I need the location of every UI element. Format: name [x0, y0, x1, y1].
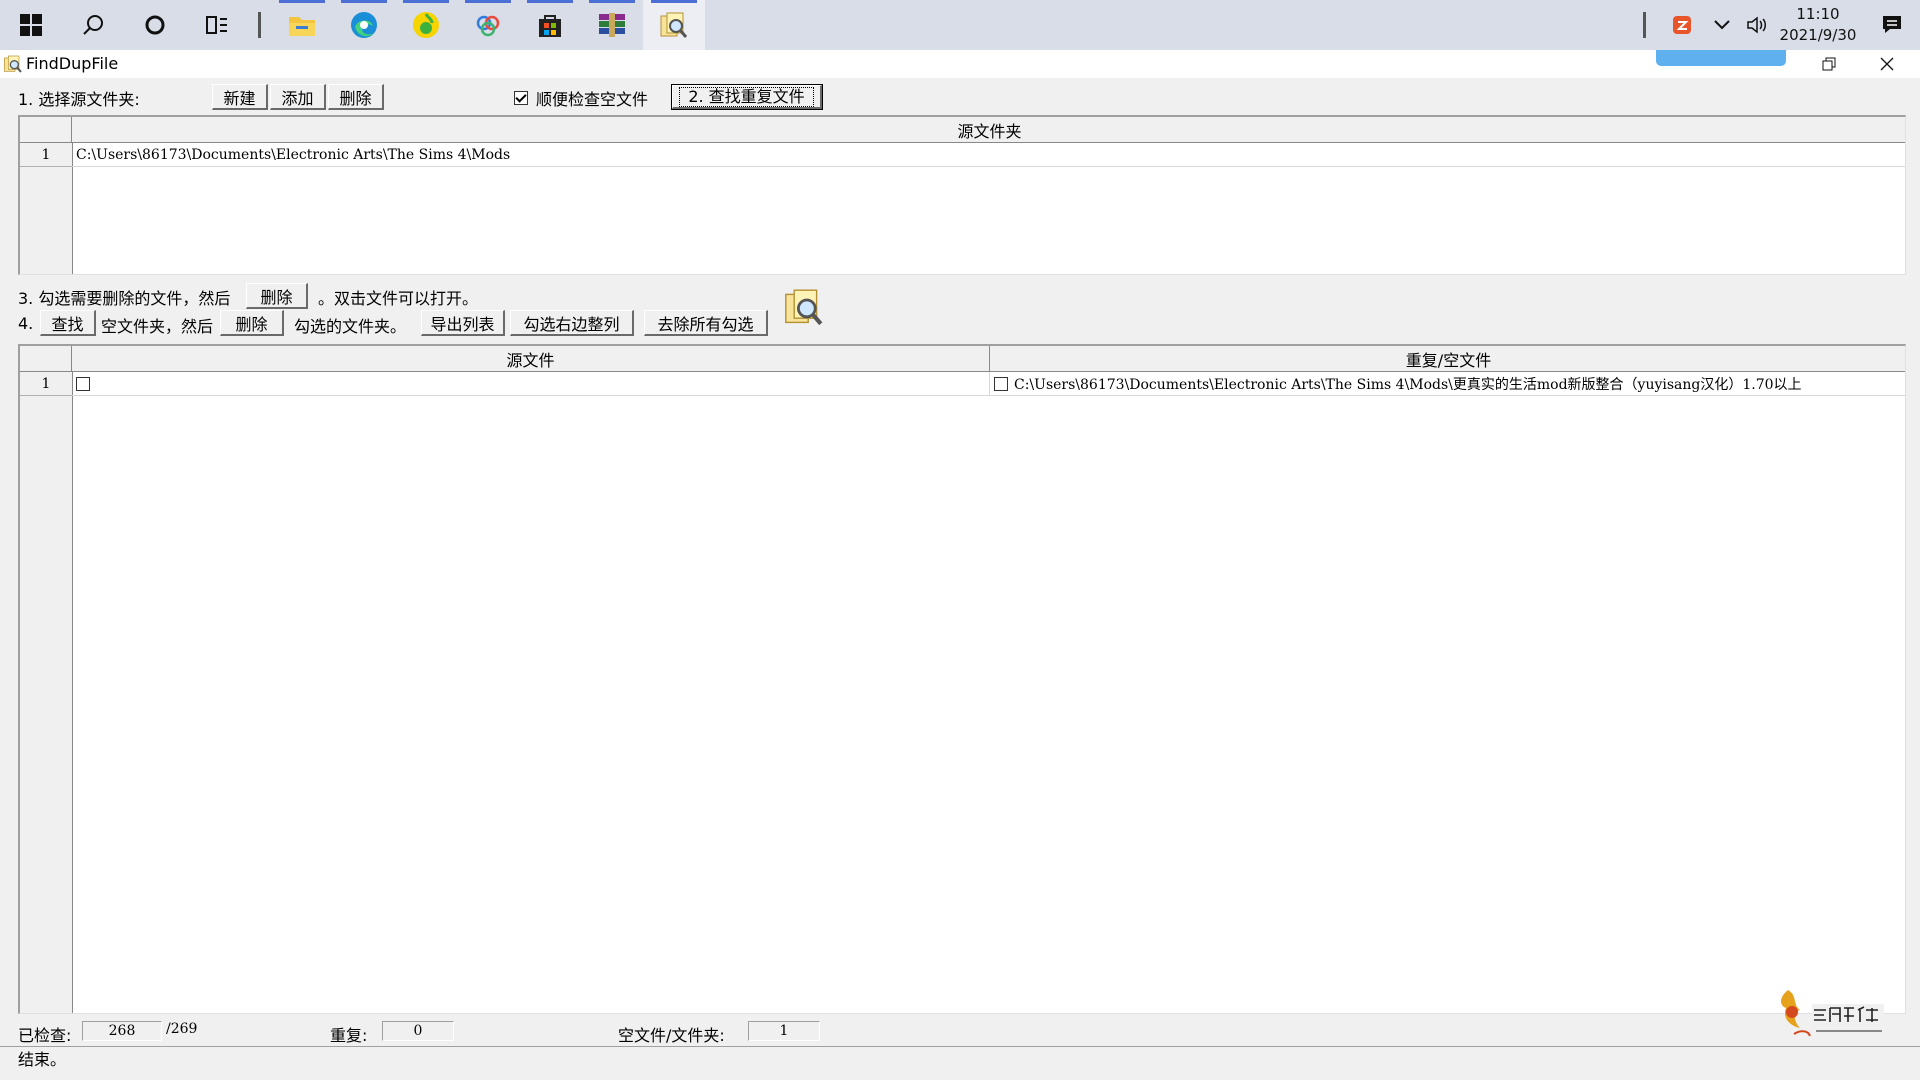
step4-prefix: 4. — [18, 314, 34, 333]
check-right-column-button[interactable]: 勾选右边整列 — [510, 310, 634, 336]
source-file-cell[interactable] — [72, 372, 990, 396]
step4-suffix: 勾选的文件夹。 — [294, 317, 407, 336]
find-empty-folders-button[interactable]: 查找 — [40, 310, 96, 336]
cloud-app-icon[interactable] — [457, 0, 519, 50]
clear-all-checks-button[interactable]: 去除所有勾选 — [644, 310, 768, 336]
window-title-bar[interactable]: FindDupFile — [0, 50, 1920, 78]
source-file-checkbox[interactable] — [76, 376, 90, 391]
window-title: FindDupFile — [26, 54, 119, 73]
delete-folder-button[interactable]: 删除 — [328, 84, 384, 110]
winrar-icon[interactable] — [581, 0, 643, 50]
delete-empty-folders-button[interactable]: 删除 — [220, 310, 284, 336]
taskbar: 11:10 2021/9/30 — [0, 0, 1920, 50]
duplicate-label: 重复: — [330, 1026, 368, 1045]
duplicate-file-header[interactable]: 重复/空文件 — [990, 346, 1905, 372]
checked-count: 268 — [82, 1021, 162, 1041]
grid-corner — [20, 346, 72, 372]
step1-label: 1. 选择源文件夹: — [18, 90, 140, 109]
row-header-column — [20, 372, 73, 1013]
duplicate-file-cell[interactable]: C:\Users\86173\Documents\Electronic Arts… — [990, 372, 1905, 396]
search-icon[interactable] — [62, 0, 124, 50]
finddupfile-app-icon[interactable] — [643, 0, 705, 50]
close-icon[interactable] — [1864, 50, 1910, 78]
notification-icon[interactable] — [1864, 15, 1920, 35]
checked-label: 已检查: — [18, 1026, 72, 1045]
delete-files-button[interactable]: 删除 — [246, 283, 308, 309]
result-grid[interactable]: 源文件 重复/空文件 1 C:\Users\86173\Documents\El… — [18, 344, 1906, 1014]
duplicate-file-checkbox[interactable] — [994, 376, 1008, 391]
step3-text: 3. 勾选需要删除的文件，然后 — [18, 289, 231, 308]
duplicate-count: 0 — [382, 1021, 454, 1041]
step4-mid-text: 空文件夹，然后 — [101, 317, 214, 336]
duplicate-file-path: C:\Users\86173\Documents\Electronic Arts… — [1014, 376, 1802, 393]
export-list-button[interactable]: 导出列表 — [421, 310, 505, 336]
finddupfile-logo-icon — [782, 286, 826, 332]
result-row-number[interactable]: 1 — [20, 372, 72, 396]
check-empty-option[interactable]: 顺便检查空文件 — [514, 86, 648, 110]
edge-browser-icon[interactable] — [333, 0, 395, 50]
folder-path-cell[interactable]: C:\Users\86173\Documents\Electronic Arts… — [72, 143, 1905, 167]
cortana-icon[interactable] — [124, 0, 186, 50]
overlay-badge — [1656, 50, 1786, 66]
source-folder-grid[interactable]: 源文件夹 1 C:\Users\86173\Documents\Electron… — [18, 115, 1906, 275]
taskbar-separator — [258, 12, 261, 38]
find-duplicates-button[interactable]: 2. 查找重复文件 — [671, 84, 823, 110]
folder-row-number[interactable]: 1 — [20, 143, 72, 167]
add-folder-button[interactable]: 添加 — [270, 84, 326, 110]
watermark-logo-icon — [1768, 984, 1890, 1054]
status-message: 结束。 — [18, 1050, 67, 1069]
clock-date: 2021/9/30 — [1779, 26, 1857, 44]
clock-time: 11:10 — [1796, 5, 1840, 23]
taskbar-clock[interactable]: 11:10 2021/9/30 — [1772, 4, 1864, 46]
windows-start-icon[interactable] — [0, 0, 62, 50]
volume-icon[interactable] — [1742, 15, 1772, 35]
step3-suffix: 。双击文件可以打开。 — [318, 289, 479, 308]
find-duplicates-label: 2. 查找重复文件 — [679, 86, 814, 107]
source-folder-header[interactable]: 源文件夹 — [72, 117, 1905, 143]
music-app-icon[interactable] — [395, 0, 457, 50]
chevron-up-icon[interactable] — [1702, 19, 1742, 31]
empty-files-count: 1 — [748, 1021, 820, 1041]
store-icon[interactable] — [519, 0, 581, 50]
grid-corner — [20, 117, 72, 143]
new-folder-button[interactable]: 新建 — [212, 84, 268, 110]
empty-files-label: 空文件/文件夹: — [618, 1026, 725, 1045]
system-tray: 11:10 2021/9/30 — [1643, 0, 1920, 50]
antivirus-icon[interactable] — [1662, 15, 1702, 35]
check-empty-label: 顺便检查空文件 — [536, 90, 649, 109]
task-view-icon[interactable] — [186, 0, 248, 50]
status-divider — [0, 1046, 1920, 1047]
source-file-header[interactable]: 源文件 — [72, 346, 990, 372]
file-explorer-icon[interactable] — [271, 0, 333, 50]
checked-total: /269 — [166, 1021, 198, 1037]
restore-icon[interactable] — [1806, 50, 1852, 78]
tray-separator — [1643, 12, 1646, 38]
window-app-icon — [3, 54, 23, 78]
check-empty-checkbox[interactable] — [514, 91, 528, 105]
